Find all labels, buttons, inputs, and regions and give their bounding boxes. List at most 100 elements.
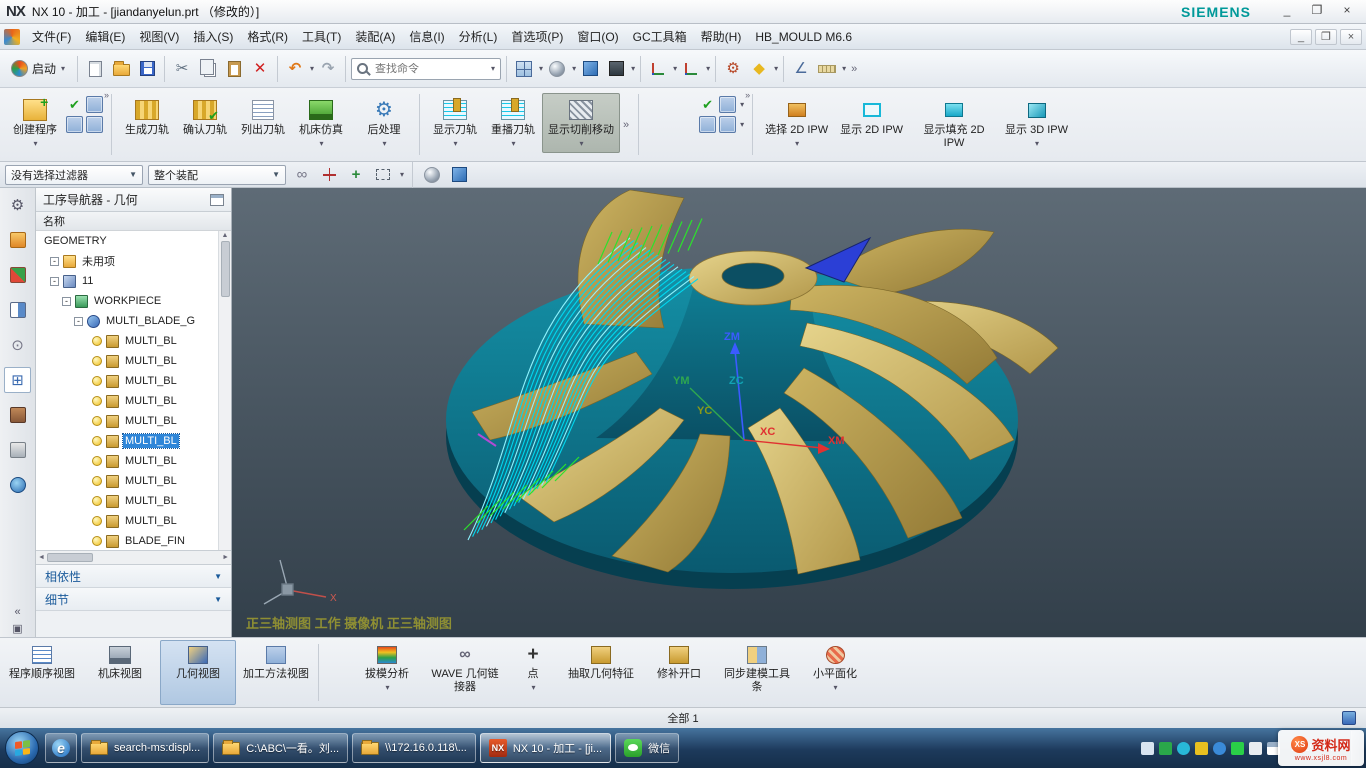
details-section-header[interactable]: 细节 ▼	[36, 588, 231, 611]
workpiece-grid-icon-1[interactable]	[719, 96, 736, 113]
show-cut-moves-button[interactable]: 显示切削移动 ▾	[542, 93, 620, 153]
search-chevron-icon[interactable]: ▾	[491, 64, 495, 73]
generate-toolpath-button[interactable]: 生成刀轨	[118, 93, 176, 142]
tree-row-operation[interactable]: MULTI_BL	[36, 391, 218, 411]
create-tool-icon[interactable]	[66, 116, 83, 133]
select-chevron-icon[interactable]: ▾	[400, 170, 404, 179]
show-filled-2d-ipw-button[interactable]: 显示填充 2D IPW	[909, 93, 999, 155]
workpiece-overflow-chevron[interactable]: »	[745, 90, 750, 100]
scroll-up-icon[interactable]: ▲	[222, 232, 229, 239]
workpiece-grid-icon-3[interactable]	[719, 116, 736, 133]
doc-close-button[interactable]: ×	[1340, 29, 1362, 45]
show-3d-ipw-button[interactable]: 显示 3D IPW ▾	[999, 93, 1074, 153]
hscroll-thumb[interactable]	[47, 553, 93, 562]
tray-keyboard-icon[interactable]	[1141, 742, 1154, 755]
doc-restore-button[interactable]: ❐	[1315, 29, 1337, 45]
tree-row-unused[interactable]: - 未用项	[36, 251, 218, 271]
snap-chevron-icon[interactable]: ▾	[774, 64, 778, 73]
tree-row-workpiece[interactable]: - WORKPIECE	[36, 291, 218, 311]
navigator-hscrollbar[interactable]: ◄ ►	[36, 551, 231, 565]
menu-gc-toolbox[interactable]: GC工具箱	[626, 25, 694, 48]
window-restore-button[interactable]: ❐	[1304, 3, 1330, 20]
tray-wechat-icon[interactable]	[1231, 742, 1244, 755]
menu-insert[interactable]: 插入(S)	[186, 25, 240, 48]
scroll-left-icon[interactable]: ◄	[38, 554, 45, 561]
highlight-link-icon[interactable]: ∞	[291, 164, 313, 186]
patch-opening-button[interactable]: 修补开口	[641, 640, 717, 705]
collapse-node-icon[interactable]: -	[50, 277, 59, 286]
scroll-right-icon[interactable]: ►	[222, 554, 229, 561]
assembly-navigator-icon[interactable]	[4, 227, 31, 253]
menu-file[interactable]: 文件(F)	[25, 25, 78, 48]
taskbar-button-abc-folder[interactable]: C:\ABC\一看。刘...	[213, 733, 348, 763]
background-chevron-icon[interactable]: ▾	[631, 64, 635, 73]
selection-scope-dropdown[interactable]: 整个装配 ▼	[148, 165, 286, 185]
tree-row-operation[interactable]: MULTI_BL	[36, 511, 218, 531]
tree-row-operation[interactable]: MULTI_BL	[36, 491, 218, 511]
menu-view[interactable]: 视图(V)	[132, 25, 186, 48]
workpiece-check-icon[interactable]: ✔	[699, 96, 716, 113]
tray-qq-icon[interactable]	[1213, 742, 1226, 755]
show-toolpath-button[interactable]: 显示刀轨 ▾	[426, 93, 484, 153]
command-finder-input[interactable]	[375, 63, 485, 75]
window-minimize-button[interactable]: _	[1274, 3, 1300, 20]
wireframe-view-icon[interactable]	[448, 164, 470, 186]
geometry-view-button[interactable]: 几何视图	[160, 640, 236, 705]
wave-linker-button[interactable]: ∞ WAVE 几何链接器	[427, 640, 503, 705]
tray-update-icon[interactable]	[1195, 742, 1208, 755]
open-file-icon[interactable]	[109, 57, 133, 81]
group-overflow-chevron[interactable]: »	[104, 90, 109, 100]
doc-minimize-button[interactable]: _	[1290, 29, 1312, 45]
tree-row-mcs[interactable]: - 11	[36, 271, 218, 291]
postprocess-button[interactable]: ⚙ 后处理 ▾	[355, 93, 413, 153]
taskbar-button-wechat[interactable]: 微信	[615, 733, 679, 763]
undo-icon[interactable]: ↶	[283, 57, 307, 81]
measure-chevron-icon[interactable]: ▾	[842, 64, 846, 73]
menu-analysis[interactable]: 分析(L)	[452, 25, 505, 48]
undo-chevron-icon[interactable]: ▾	[310, 64, 314, 73]
machine-tool-navigator-icon[interactable]	[4, 402, 31, 428]
display-overflow-chevron[interactable]: »	[620, 119, 632, 131]
csys-chevron-icon[interactable]: ▾	[673, 64, 677, 73]
measure-angle-icon[interactable]: ∠	[789, 57, 813, 81]
save-icon[interactable]	[135, 57, 159, 81]
rectangle-select-icon[interactable]	[372, 164, 394, 186]
taskbar-button-search-folder[interactable]: search-ms:displ...	[81, 733, 209, 763]
tree-row-operation[interactable]: MULTI_BL	[36, 371, 218, 391]
copy-icon[interactable]	[196, 57, 220, 81]
render-style-icon[interactable]	[545, 57, 569, 81]
show-2d-ipw-button[interactable]: 显示 2D IPW	[834, 93, 909, 142]
orient-csys-icon[interactable]	[679, 57, 703, 81]
window-close-button[interactable]: ×	[1334, 3, 1360, 20]
tree-row-geometry[interactable]: GEOMETRY	[36, 231, 218, 251]
delete-icon[interactable]: ✕	[248, 57, 272, 81]
vscroll-thumb[interactable]	[221, 241, 230, 297]
collapse-strip-icon[interactable]: «	[14, 606, 20, 618]
snap-point-icon[interactable]: ◆	[747, 57, 771, 81]
sync-modeling-button[interactable]: 同步建模工具条	[719, 640, 795, 705]
paste-icon[interactable]	[222, 57, 246, 81]
menu-preferences[interactable]: 首选项(P)	[504, 25, 570, 48]
operation-navigator-icon[interactable]: ⊞	[4, 367, 31, 393]
layout-chevron-icon[interactable]: ▾	[539, 64, 543, 73]
taskbar-button-nx[interactable]: NX NX 10 - 加工 - [ji...	[480, 733, 611, 763]
select-2d-ipw-button[interactable]: 选择 2D IPW ▾	[759, 93, 834, 153]
background-icon[interactable]	[604, 57, 628, 81]
new-file-icon[interactable]	[83, 57, 107, 81]
shaded-view-icon[interactable]	[421, 164, 443, 186]
tree-row-multi-blade-geom[interactable]: - MULTI_BLADE_G	[36, 311, 218, 331]
list-toolpath-button[interactable]: 列出刀轨	[234, 93, 292, 142]
method-view-button[interactable]: 加工方法视图	[238, 640, 314, 705]
workpiece-grid-icon-2[interactable]	[699, 116, 716, 133]
point-button[interactable]: + 点 ▾	[505, 640, 561, 705]
selection-filter-dropdown[interactable]: 没有选择过滤器 ▼	[5, 165, 143, 185]
ie-taskbar-button[interactable]: e	[45, 733, 77, 763]
process-assistant-icon[interactable]	[4, 437, 31, 463]
start-button[interactable]	[5, 731, 39, 765]
navigator-vscrollbar[interactable]: ▲	[218, 231, 231, 550]
navigator-undock-icon[interactable]	[210, 194, 224, 206]
menu-format[interactable]: 格式(R)	[240, 25, 295, 48]
view-cube-icon[interactable]	[578, 57, 602, 81]
collapse-node-icon[interactable]: -	[50, 257, 59, 266]
create-geometry-icon[interactable]	[86, 96, 103, 113]
